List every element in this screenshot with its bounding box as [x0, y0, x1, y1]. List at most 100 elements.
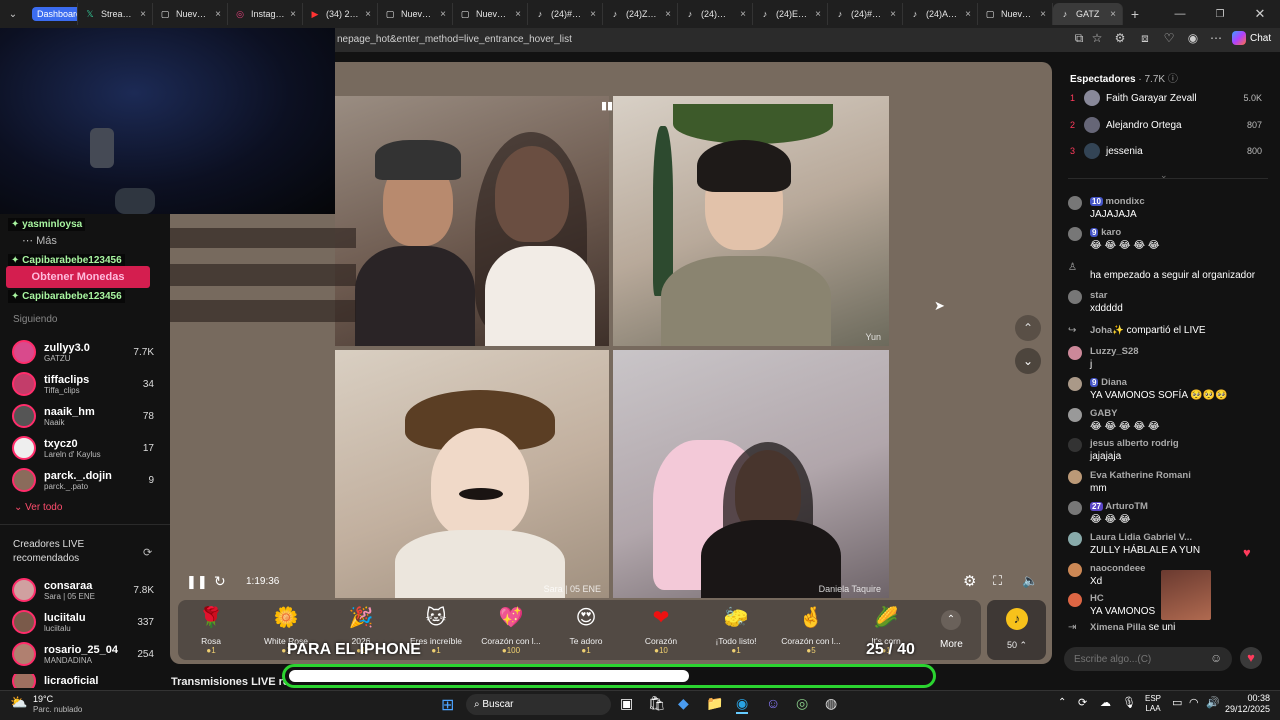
chat-message: jesus alberto rodrig jajajaja — [1068, 438, 1268, 462]
windows-start-icon[interactable]: ⊞ — [441, 695, 454, 715]
tab-dashboard[interactable]: Dashboard — [26, 3, 78, 25]
edge-icon[interactable]: ◉ — [736, 695, 749, 714]
taskbar-search[interactable]: ⌕ Buscar — [466, 694, 611, 715]
open-app-icon[interactable]: ⧉ — [1070, 31, 1088, 46]
minimize-icon[interactable]: — — [1160, 8, 1200, 20]
discord-icon[interactable]: ☺ — [766, 695, 780, 711]
viewer-rank-item[interactable]: 1 Faith Garayar Zevall 5.0K — [1070, 90, 1270, 106]
maximize-icon[interactable]: ❐ — [1200, 9, 1240, 20]
tab-item[interactable]: ♪ (24)Zully × — [603, 3, 678, 25]
like-heart-button[interactable]: ♥ — [1240, 647, 1262, 669]
tray-chevron-icon[interactable]: ⌃ — [1058, 697, 1066, 708]
following-item[interactable]: tiffaclips Tiffa_clips 34 — [12, 372, 162, 396]
tray-sync-icon[interactable]: ⟳ — [1078, 696, 1087, 709]
tab-item[interactable]: ♪ (24)APAR × — [903, 3, 978, 25]
wifi-icon[interactable]: ◠ — [1189, 696, 1199, 709]
weather-temp[interactable]: 19°C — [33, 694, 53, 704]
close-icon[interactable]: × — [515, 9, 521, 20]
close-icon[interactable]: × — [1110, 9, 1116, 20]
new-tab-icon[interactable]: + — [1123, 6, 1147, 22]
more-menu-item[interactable]: ⋯ Más — [22, 234, 57, 247]
menu-dots-icon[interactable]: ⋯ — [1207, 31, 1225, 45]
chevron-up-icon[interactable]: ⌃ — [941, 610, 961, 630]
tab-item[interactable]: ♪ (24)✨¡Bi × — [678, 3, 753, 25]
refresh-icon[interactable]: ⟳ — [143, 546, 152, 559]
clock[interactable]: 00:38 29/12/2025 — [1222, 693, 1270, 715]
tab-item[interactable]: ▶ (34) 2014 × — [303, 3, 378, 25]
file-explorer-icon[interactable]: 📁 — [706, 695, 723, 712]
language-indicator[interactable]: ESP LAA — [1145, 694, 1161, 714]
heart-icon[interactable]: ♡ — [1160, 31, 1178, 45]
close-icon[interactable]: × — [590, 9, 596, 20]
following-item[interactable]: naaik_hm Naaik 78 — [12, 404, 162, 428]
speaker-icon[interactable]: 🔊 — [1206, 696, 1220, 709]
close-icon[interactable]: × — [215, 9, 221, 20]
close-icon[interactable]: × — [815, 9, 821, 20]
close-icon[interactable]: × — [365, 9, 371, 20]
volume-icon[interactable]: 🔈 — [1022, 573, 1038, 589]
profile-icon[interactable]: ◉ — [1184, 31, 1202, 45]
split-icon[interactable]: ⧈ — [1136, 31, 1154, 46]
following-item[interactable]: parck._.dojin parck._.pato 9 — [12, 468, 162, 492]
gift-item[interactable]: 💖 Corazón con l... ●100 — [476, 606, 546, 655]
store-icon[interactable]: 🛍 — [648, 695, 666, 712]
app-icon[interactable]: ◎ — [796, 695, 808, 712]
close-icon[interactable]: × — [140, 9, 146, 20]
tab-item[interactable]: ▢ Nueva pe × — [153, 3, 228, 25]
settings-gear-icon[interactable]: ⚙ — [963, 572, 976, 590]
gift-item[interactable]: 🧽 ¡Todo listo! ●1 — [701, 606, 771, 655]
task-view-icon[interactable]: ▣ — [620, 695, 633, 712]
close-icon[interactable]: × — [665, 9, 671, 20]
pause-icon[interactable]: ❚❚ — [186, 574, 208, 590]
expand-chevron-icon[interactable]: ⌄ — [1160, 170, 1168, 181]
copilot-chat-button[interactable]: Chat — [1232, 31, 1271, 45]
gift-item[interactable]: ❤ Corazón ●10 — [626, 606, 696, 655]
more-gifts-button[interactable]: More — [940, 639, 963, 650]
tab-item[interactable]: ▢ Nueva pe × — [978, 3, 1053, 25]
following-item[interactable]: txycz0 Lareln d' Kaylus 17 — [12, 436, 162, 460]
tab-item[interactable]: ▢ Nueva pe × — [453, 3, 528, 25]
tab-item[interactable]: ▢ Nueva pe × — [378, 3, 453, 25]
tab-item[interactable]: 𝕏 Stream - × — [78, 3, 153, 25]
creator-item[interactable]: luciitalu luciitalu 337 — [12, 610, 162, 634]
viewer-rank-item[interactable]: 3 jessenia 800 — [1070, 143, 1270, 159]
gift-item[interactable]: 😍 Te adoro ●1 — [551, 606, 621, 655]
tray-cloud-icon[interactable]: ☁ — [1100, 696, 1111, 709]
close-icon[interactable]: × — [1040, 9, 1046, 20]
tab-item-active[interactable]: ♪ GATZ × — [1053, 3, 1123, 25]
close-icon[interactable]: × — [965, 9, 971, 20]
following-item[interactable]: zullyy3.0 GATZU 7.7K — [12, 340, 162, 364]
favorite-icon[interactable]: ☆ — [1088, 31, 1106, 45]
fullscreen-icon[interactable]: ⛶ — [993, 573, 1002, 589]
creator-item[interactable]: licraoficial — [12, 674, 162, 688]
tab-item[interactable]: ◎ Instagram × — [228, 3, 303, 25]
see-all-link[interactable]: ⌄ Ver todo — [14, 502, 62, 513]
close-icon[interactable]: × — [740, 9, 746, 20]
gift-item[interactable]: 🌹 Rosa ●1 — [176, 606, 246, 655]
creator-item[interactable]: consaraa Sara | 05 ENE 7.8K — [12, 578, 162, 602]
emoji-icon[interactable]: ☺ — [1210, 651, 1222, 665]
viewer-rank-item[interactable]: 2 Alejandro Ortega 807 — [1070, 117, 1270, 133]
close-icon[interactable]: × — [290, 9, 296, 20]
extensions-icon[interactable]: ⚙ — [1111, 31, 1129, 45]
tab-item[interactable]: ♪ (24)#cañ × — [828, 3, 903, 25]
get-coins-button[interactable]: Obtener Monedas — [6, 266, 150, 288]
close-icon[interactable]: × — [440, 9, 446, 20]
window-close-icon[interactable]: ✕ — [1240, 6, 1280, 22]
display-icon[interactable]: ▭ — [1172, 696, 1182, 709]
gift-item[interactable]: 🤞 Corazón con l... ●5 — [776, 606, 846, 655]
close-icon[interactable]: × — [890, 9, 896, 20]
tab-item[interactable]: ♪ (24)#agus × — [528, 3, 603, 25]
tab-list-icon[interactable]: ⌄ — [0, 9, 26, 20]
info-icon[interactable]: ⓘ — [1168, 74, 1178, 85]
chevron-down-icon[interactable]: ⌄ — [1015, 348, 1041, 374]
copilot-icon[interactable]: ◆ — [678, 695, 689, 712]
chat-input[interactable] — [1064, 647, 1232, 671]
replay-icon[interactable]: ↻ — [214, 573, 226, 590]
tab-item[interactable]: ♪ (24)Esta c × — [753, 3, 828, 25]
address-input[interactable]: nepage_hot&enter_method=live_entrance_ho… — [337, 34, 572, 45]
chevron-up-icon[interactable]: ⌃ — [1015, 315, 1041, 341]
creator-item[interactable]: rosario_25_04 MANDADINA 254 — [12, 642, 162, 666]
obs-icon[interactable]: ◍ — [825, 695, 837, 712]
tray-mic-icon[interactable]: 🎙 — [1122, 696, 1136, 709]
